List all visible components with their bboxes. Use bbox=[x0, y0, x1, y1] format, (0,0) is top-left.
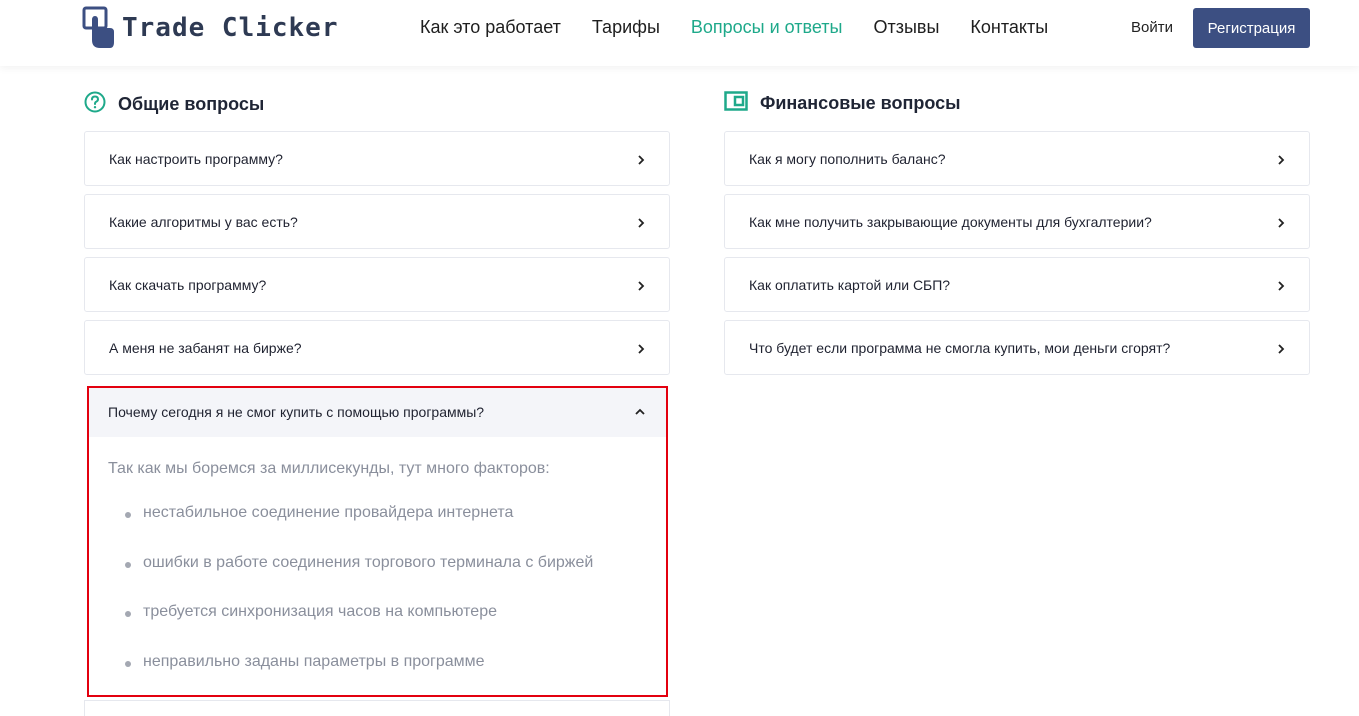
logo-text: Trade Clicker bbox=[122, 13, 339, 43]
faq-item-expanded: Почему сегодня я не смог купить с помощь… bbox=[87, 386, 668, 697]
question-circle-icon bbox=[84, 91, 106, 118]
faq-question: Что будет если программа не смогла купит… bbox=[749, 339, 1171, 356]
login-link[interactable]: Войти bbox=[1131, 19, 1173, 36]
chevron-right-icon bbox=[1275, 216, 1287, 228]
faq-answer-intro: Так как мы боремся за миллисекунды, тут … bbox=[108, 460, 550, 477]
faq-question: А меня не забанят на бирже? bbox=[109, 339, 302, 356]
faq-question: Почему сегодня я не смог купить с помощь… bbox=[108, 404, 485, 420]
finance-questions-heading: Финансовые вопросы bbox=[724, 91, 960, 116]
chevron-right-icon bbox=[635, 216, 647, 228]
chevron-right-icon bbox=[635, 153, 647, 165]
faq-item[interactable]: А меня не забанят на бирже? bbox=[84, 320, 670, 375]
faq-item[interactable]: Как я могу пополнить баланс? bbox=[724, 131, 1310, 186]
hand-cursor-icon bbox=[82, 6, 116, 50]
faq-item[interactable]: Как оплатить картой или СБП? bbox=[724, 257, 1310, 312]
nav-pricing[interactable]: Тарифы bbox=[592, 17, 660, 38]
faq-item[interactable]: Как настроить программу? bbox=[84, 131, 670, 186]
faq-question: Как настроить программу? bbox=[109, 150, 283, 167]
faq-question: Как я могу пополнить баланс? bbox=[749, 150, 946, 167]
faq-answer-list: нестабильное соединение провайдера интер… bbox=[125, 504, 593, 702]
nav-faq[interactable]: Вопросы и ответы bbox=[691, 17, 843, 38]
list-item: ошибки в работе соединения торгового тер… bbox=[125, 554, 593, 604]
main-nav: Как это работает Тарифы Вопросы и ответы… bbox=[420, 17, 1079, 38]
faq-question: Какие алгоритмы у вас есть? bbox=[109, 213, 298, 230]
finance-questions-title: Финансовые вопросы bbox=[760, 93, 961, 113]
faq-expanded-header[interactable]: Почему сегодня я не смог купить с помощь… bbox=[89, 388, 666, 437]
wallet-icon bbox=[724, 91, 748, 116]
chevron-right-icon bbox=[635, 342, 647, 354]
nav-how-it-works[interactable]: Как это работает bbox=[420, 17, 561, 38]
faq-item[interactable]: Что будет если программа не смогла купит… bbox=[724, 320, 1310, 375]
chevron-up-icon bbox=[634, 405, 646, 417]
faq-question: Как мне получить закрывающие документы д… bbox=[749, 213, 1152, 230]
register-button[interactable]: Регистрация bbox=[1193, 8, 1310, 48]
faq-item[interactable]: Как мне получить закрывающие документы д… bbox=[724, 194, 1310, 249]
faq-question: Как оплатить картой или СБП? bbox=[749, 276, 951, 293]
general-questions-title: Общие вопросы bbox=[118, 94, 265, 114]
faq-item-partial[interactable] bbox=[84, 700, 670, 716]
chevron-right-icon bbox=[1275, 153, 1287, 165]
list-item: неправильно заданы параметры в программе bbox=[125, 653, 593, 703]
faq-item[interactable]: Как скачать программу? bbox=[84, 257, 670, 312]
faq-item[interactable]: Какие алгоритмы у вас есть? bbox=[84, 194, 670, 249]
logo[interactable]: Trade Clicker bbox=[82, 6, 339, 50]
nav-contacts[interactable]: Контакты bbox=[970, 17, 1048, 38]
chevron-right-icon bbox=[1275, 279, 1287, 291]
list-item: требуется синхронизация часов на компьют… bbox=[125, 603, 593, 653]
general-questions-heading: Общие вопросы bbox=[84, 91, 264, 118]
chevron-right-icon bbox=[635, 279, 647, 291]
chevron-right-icon bbox=[1275, 342, 1287, 354]
nav-reviews[interactable]: Отзывы bbox=[873, 17, 939, 38]
faq-question: Как скачать программу? bbox=[109, 276, 267, 293]
site-header: Trade Clicker Как это работает Тарифы Во… bbox=[0, 0, 1359, 66]
list-item: нестабильное соединение провайдера интер… bbox=[125, 504, 593, 554]
